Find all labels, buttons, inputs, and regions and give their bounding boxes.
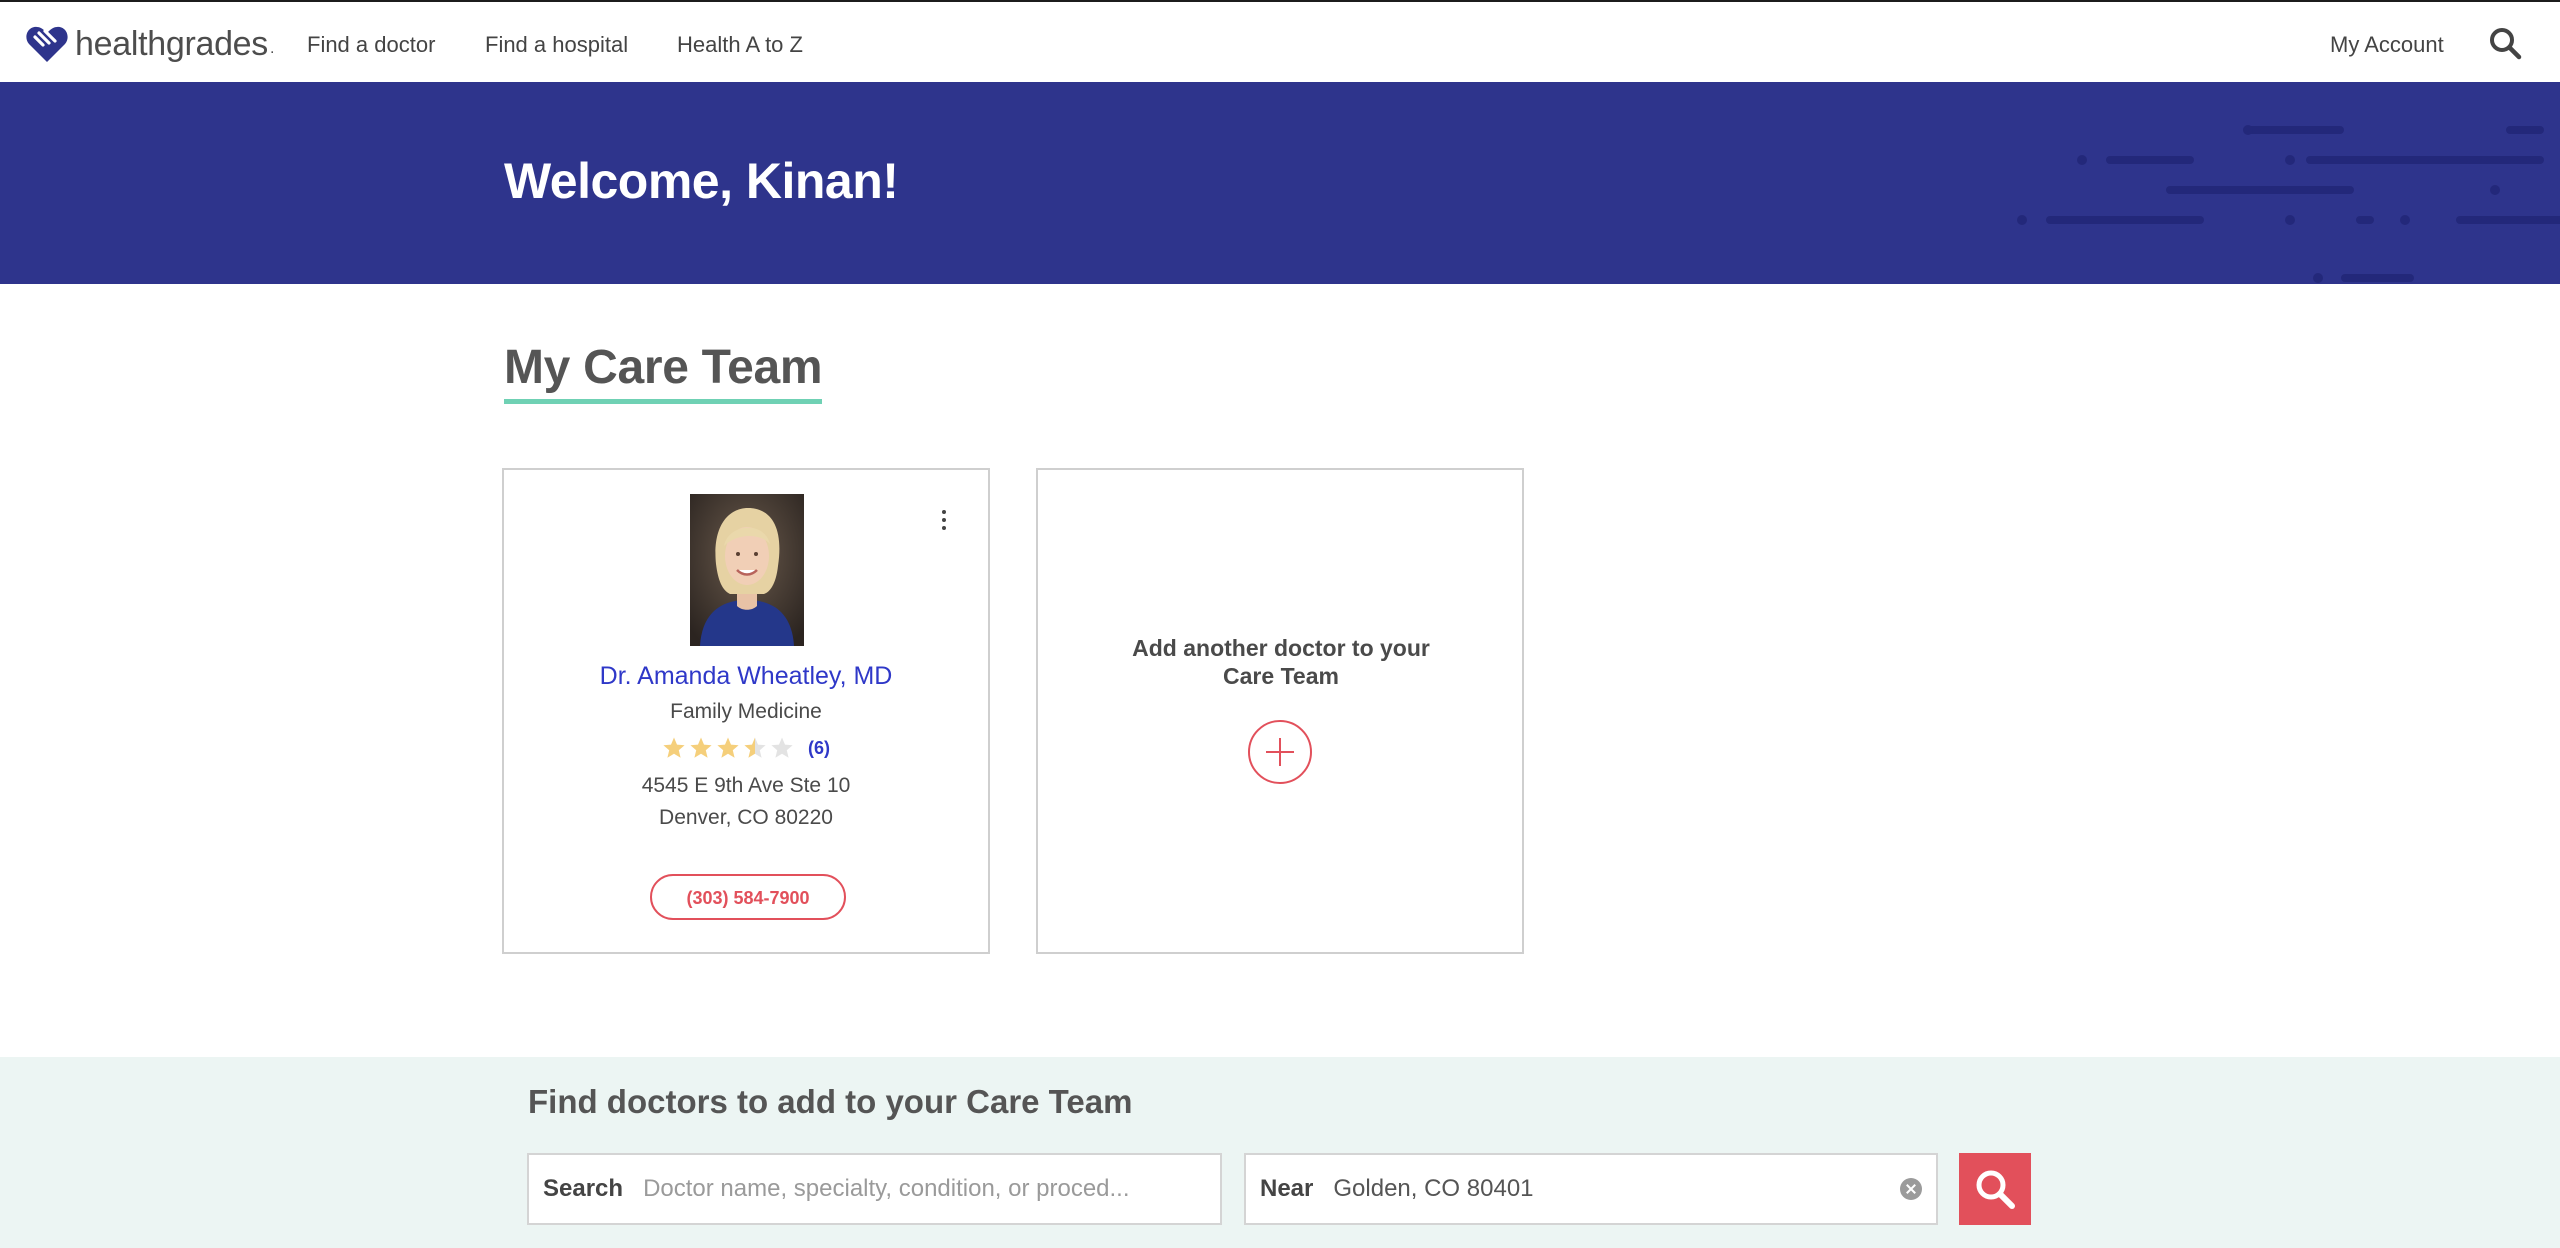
search-submit-button[interactable] — [1959, 1153, 2031, 1225]
star-icon — [717, 737, 739, 758]
care-team-title: My Care Team — [504, 340, 823, 404]
search-field[interactable]: Search — [527, 1153, 1222, 1225]
add-doctor-card[interactable]: Add another doctor to your Care Team — [1036, 468, 1524, 954]
nav-find-a-doctor[interactable]: Find a doctor — [307, 32, 435, 58]
heart-logo-icon — [26, 26, 68, 62]
search-label: Search — [543, 1175, 624, 1202]
near-label: Near — [1260, 1175, 1314, 1202]
nav-find-a-hospital[interactable]: Find a hospital — [485, 32, 628, 58]
doctor-photo[interactable] — [690, 494, 804, 646]
add-doctor-plus-icon[interactable] — [1248, 720, 1312, 784]
find-doctors-section: Find doctors to add to your Care Team Se… — [0, 1057, 2560, 1248]
star-icon — [771, 737, 793, 758]
add-doctor-text-line1: Add another doctor to your — [1132, 635, 1430, 661]
doctor-name-link[interactable]: Dr. Amanda Wheatley, MD — [504, 662, 988, 691]
phone-button[interactable]: (303) 584-7900 — [650, 874, 846, 920]
doctor-specialty: Family Medicine — [670, 700, 822, 723]
top-navigation: healthgrades . Find a doctor Find a hosp… — [0, 0, 2560, 82]
banner-decoration — [2017, 125, 2560, 283]
doctor-address-line2: Denver, CO 80220 — [659, 806, 833, 829]
search-icon — [1976, 1170, 2015, 1209]
nav-health-a-to-z[interactable]: Health A to Z — [677, 32, 803, 58]
near-input[interactable] — [1331, 1174, 1900, 1204]
star-icon — [690, 737, 712, 758]
doctor-address-line1: 4545 E 9th Ave Ste 10 — [641, 774, 851, 797]
find-doctors-title: Find doctors to add to your Care Team — [528, 1083, 1133, 1120]
star-rating — [662, 736, 794, 760]
nav-my-account[interactable]: My Account — [2330, 32, 2444, 58]
search-icon[interactable] — [2488, 26, 2522, 60]
star-icon — [663, 737, 685, 758]
welcome-banner: Welcome, Kinan! — [0, 82, 2560, 284]
near-field[interactable]: Near — [1244, 1153, 1938, 1225]
star-icon — [744, 737, 766, 758]
add-doctor-text: Add another doctor to your Care Team — [1098, 634, 1464, 690]
search-input[interactable] — [641, 1174, 1220, 1204]
clear-location-icon[interactable] — [1900, 1178, 1922, 1200]
doctor-card: Dr. Amanda Wheatley, MD Family Medicine … — [502, 468, 990, 954]
more-options-icon[interactable] — [934, 506, 954, 534]
doctor-rating: (6) — [504, 736, 988, 760]
healthgrades-logo[interactable]: healthgrades . — [25, 22, 274, 66]
review-count-link[interactable]: (6) — [808, 738, 830, 759]
brand-mark: . — [270, 40, 275, 57]
add-doctor-text-line2: Care Team — [1223, 663, 1339, 689]
brand-name: healthgrades — [75, 24, 268, 63]
welcome-heading: Welcome, Kinan! — [504, 153, 899, 209]
